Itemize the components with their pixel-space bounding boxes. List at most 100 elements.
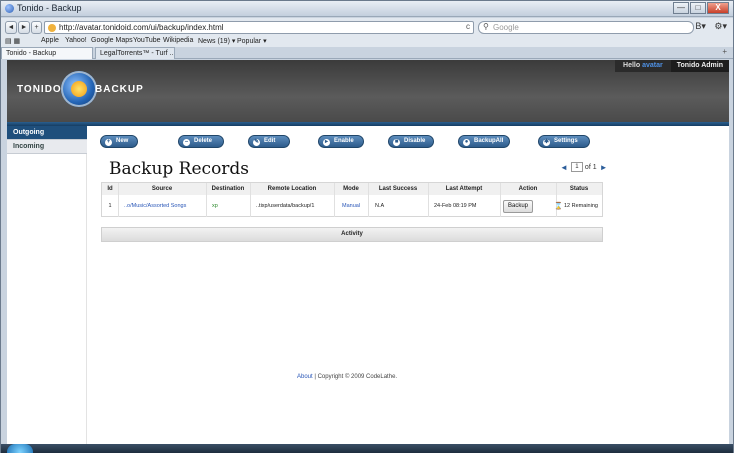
- sidebar-item-outgoing[interactable]: Outgoing: [7, 126, 87, 140]
- about-link[interactable]: About: [297, 374, 313, 380]
- brand-backup: BACKUP: [95, 84, 144, 95]
- hello-text: Hello: [623, 62, 641, 69]
- edit-button[interactable]: ✎ Edit: [248, 135, 290, 148]
- column-divider: [368, 183, 369, 217]
- backupall-button[interactable]: ● BackupAll: [458, 135, 510, 148]
- copyright-text: Copyright © 2009 CodeLathe.: [317, 374, 398, 380]
- minimize-button[interactable]: —: [673, 2, 689, 14]
- maximize-button[interactable]: □: [690, 2, 706, 14]
- minus-icon: –: [183, 139, 190, 146]
- sidebar: Outgoing Incoming: [7, 126, 87, 444]
- username-link[interactable]: avatar: [642, 62, 663, 69]
- tab-tonido-backup[interactable]: Tonido - Backup: [1, 47, 93, 59]
- browser-icon: [5, 4, 14, 13]
- new-button-label: New: [116, 138, 129, 144]
- cell-id: 1: [108, 203, 112, 209]
- url-text[interactable]: http://avatar.tonidoid.com/ui/backup/ind…: [59, 23, 224, 32]
- column-divider: [206, 183, 207, 217]
- hourglass-icon: ⌛: [554, 203, 563, 210]
- footer-separator: |: [314, 374, 316, 380]
- address-bar[interactable]: http://avatar.tonidoid.com/ui/backup/ind…: [44, 21, 474, 34]
- user-bar: Hello avatar Tonido Admin: [615, 60, 729, 72]
- plus-icon: +: [105, 139, 112, 146]
- prev-page-icon[interactable]: ◄: [560, 163, 568, 172]
- tab-strip: Tonido - Backup LegalTorrents™ - Turf ..…: [1, 47, 733, 59]
- column-header-destination: Destination: [206, 183, 250, 195]
- tonido-admin-link[interactable]: Tonido Admin: [670, 60, 729, 72]
- window-title: Tonido - Backup: [17, 3, 82, 13]
- site-favicon-icon: [48, 24, 56, 32]
- column-header-last-success: Last Success: [368, 183, 428, 195]
- delete-button-label: Delete: [194, 138, 213, 144]
- settings-button[interactable]: ✱ Settings: [538, 135, 590, 148]
- header-divider: [7, 122, 729, 126]
- page-menu-icon[interactable]: B▾: [695, 21, 706, 31]
- column-divider: [500, 183, 501, 217]
- bookmark-wikipedia[interactable]: Wikipedia: [163, 37, 193, 44]
- cell-mode[interactable]: Manual: [342, 195, 368, 217]
- bookmark-yahoo[interactable]: Yahoo!: [65, 37, 87, 44]
- browser-window: Tonido - Backup — □ X ◄ ► + http://avata…: [0, 0, 734, 453]
- column-header-action: Action: [500, 183, 556, 195]
- back-button[interactable]: ◄: [5, 21, 17, 34]
- backup-now-button[interactable]: Backup: [503, 200, 533, 213]
- tab-legaltorrents[interactable]: LegalTorrents™ - Turf ...: [95, 47, 175, 59]
- disable-button-label: Disable: [404, 138, 426, 144]
- browser-tools: B▾ ⚙▾: [689, 21, 727, 32]
- bookmark-youtube[interactable]: YouTube: [133, 37, 161, 44]
- gear-icon: ✱: [543, 139, 550, 146]
- activity-panel-header[interactable]: Activity: [101, 227, 603, 242]
- reload-icon[interactable]: c: [466, 22, 470, 31]
- gear-icon[interactable]: ⚙▾: [714, 21, 727, 31]
- stop-icon: ■: [393, 139, 400, 146]
- delete-button[interactable]: – Delete: [178, 135, 224, 148]
- app-header: TONIDO BACKUP Hello avatar Tonido Admin: [7, 60, 729, 122]
- play-icon: ▸: [323, 139, 330, 146]
- bookmark-google-maps[interactable]: Google Maps: [91, 37, 133, 44]
- pagination: ◄ 1 of 1 ►: [560, 162, 608, 172]
- cell-last-attempt: 24-Feb 08:19 PM: [434, 203, 477, 209]
- column-header-id: Id: [102, 183, 118, 195]
- settings-button-label: Settings: [554, 138, 578, 144]
- new-tab-icon[interactable]: +: [722, 47, 727, 56]
- column-divider: [428, 183, 429, 217]
- bookmark-popular[interactable]: Popular ▾: [237, 37, 267, 45]
- brand-tonido: TONIDO: [17, 84, 62, 95]
- enable-button-label: Enable: [334, 138, 354, 144]
- next-page-icon[interactable]: ►: [600, 163, 608, 172]
- cell-remote-location: ..tixp/userdata/backup/1: [256, 203, 315, 209]
- cell-destination: xp: [212, 203, 218, 209]
- search-placeholder[interactable]: Google: [493, 23, 519, 32]
- backup-records-table: Id Source Destination Remote Location Mo…: [101, 182, 603, 217]
- bookmarks-bar: ▤ ▦ Apple Yahoo! Google Maps YouTube Wik…: [1, 36, 733, 47]
- page-number-input[interactable]: 1: [570, 162, 583, 172]
- column-header-mode: Mode: [334, 183, 368, 195]
- bookmarks-book-icon[interactable]: ▤ ▦: [5, 37, 20, 45]
- column-divider: [250, 183, 251, 217]
- page-count-text: of 1: [584, 163, 597, 171]
- column-header-source: Source: [118, 183, 206, 195]
- logo-sun-icon: [71, 81, 87, 97]
- column-divider: [334, 183, 335, 217]
- edit-button-label: Edit: [264, 138, 276, 144]
- greeting: Hello avatar: [615, 60, 671, 72]
- window-controls: — □ X: [672, 2, 729, 15]
- start-orb-icon[interactable]: [7, 444, 33, 453]
- forward-button[interactable]: ►: [18, 21, 30, 34]
- cell-source[interactable]: ..o/Music/Assorted Songs: [124, 195, 206, 217]
- column-header-remote-location: Remote Location: [250, 183, 334, 195]
- search-icon[interactable]: ⚲: [483, 22, 489, 31]
- navigation-bar: ◄ ► + http://avatar.tonidoid.com/ui/back…: [1, 18, 733, 36]
- disable-button[interactable]: ■ Disable: [388, 135, 434, 148]
- new-button[interactable]: + New: [100, 135, 138, 148]
- page-content: TONIDO BACKUP Hello avatar Tonido Admin …: [7, 60, 729, 444]
- bookmark-apple[interactable]: Apple: [41, 37, 59, 44]
- cell-status: 12 Remaining: [564, 203, 598, 209]
- sidebar-item-incoming[interactable]: Incoming: [7, 140, 87, 154]
- add-bookmark-button[interactable]: +: [31, 21, 42, 34]
- search-bar[interactable]: ⚲ Google: [478, 21, 694, 34]
- enable-button[interactable]: ▸ Enable: [318, 135, 364, 148]
- footer: About | Copyright © 2009 CodeLathe.: [297, 374, 397, 380]
- bookmark-news[interactable]: News (19) ▾: [198, 37, 235, 45]
- close-button[interactable]: X: [707, 2, 729, 14]
